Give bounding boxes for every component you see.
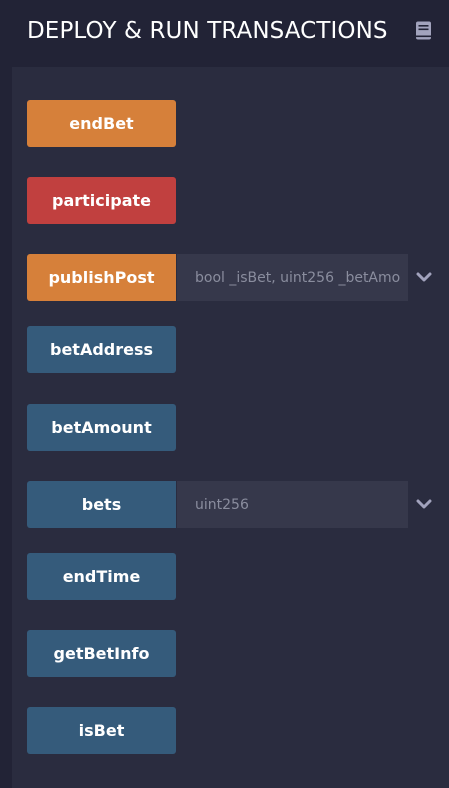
publishpost-args-input[interactable] (177, 254, 408, 301)
betamount-button[interactable]: betAmount (27, 404, 176, 451)
endtime-button[interactable]: endTime (27, 553, 176, 600)
publishpost-button[interactable]: publishPost (27, 254, 176, 301)
panel-header: DEPLOY & RUN TRANSACTIONS (0, 0, 449, 66)
panel-title: DEPLOY & RUN TRANSACTIONS (27, 18, 388, 44)
bets-args-input[interactable] (177, 481, 408, 528)
chevron-down-icon[interactable] (414, 267, 434, 287)
chevron-down-icon[interactable] (414, 494, 434, 514)
bets-button[interactable]: bets (27, 481, 176, 528)
betaddress-button[interactable]: betAddress (27, 326, 176, 373)
participate-button[interactable]: participate (27, 177, 176, 224)
getbetinfo-button[interactable]: getBetInfo (27, 630, 176, 677)
endbet-button[interactable]: endBet (27, 100, 176, 147)
isbet-button[interactable]: isBet (27, 707, 176, 754)
book-icon[interactable] (415, 21, 432, 40)
